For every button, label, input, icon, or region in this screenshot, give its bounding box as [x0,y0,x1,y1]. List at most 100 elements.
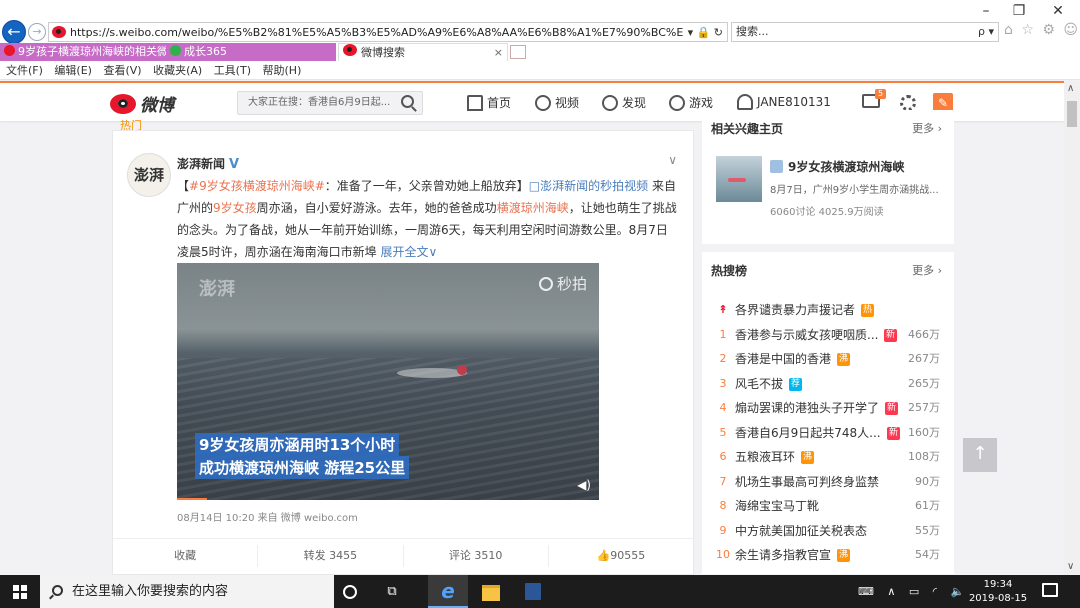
scroll-down-icon[interactable]: ∨ [1067,561,1074,572]
word-app-icon[interactable] [512,575,552,608]
hot-search-item[interactable]: 8 海绵宝宝马丁靴 61万 [702,494,954,519]
author-name[interactable]: 澎湃新闻 V [177,155,239,172]
hot-count: 466万 [908,327,940,341]
address-bar-icons[interactable]: ▾ 🔒 ↻ [684,26,727,39]
growth-tab-icon [170,45,181,56]
weibo-logo[interactable]: 微博 [110,91,174,116]
back-icon[interactable]: ← [2,20,26,44]
interest-thumbnail[interactable] [716,156,762,202]
file-explorer-icon[interactable] [470,575,510,608]
hot-search-title-link[interactable]: 香港是中国的香港 [735,347,885,372]
task-view-icon[interactable]: ⧉ [372,575,412,608]
scroll-up-icon[interactable]: ∧ [1067,83,1074,94]
topic-link[interactable]: #9岁女孩横渡琼州海峡# [189,179,325,193]
hot-search-title-link[interactable]: 机场生事最高可判终身监禁 [735,470,885,495]
tab-label: 9岁孩子横渡琼州海峡的相关微... [18,45,166,58]
interest-name[interactable]: 9岁女孩横渡琼州海峡 [770,158,904,175]
hot-search-title-link[interactable]: 海绵宝宝马丁靴 [735,494,885,519]
tab-close-icon[interactable]: × [494,44,503,61]
taskbar-search-placeholder: 在这里输入你要搜索的内容 [72,584,229,599]
volume-icon[interactable]: ◀) [577,478,591,492]
hot-search-item[interactable]: 沸 2 香港是中国的香港 267万 [702,347,954,372]
hot-search-more-link[interactable]: 更多 › [912,262,942,278]
hot-search-title-link[interactable]: 煽动罢课的港独头子开学了 [735,396,885,421]
comment-button[interactable]: 评论 3510 [404,545,549,567]
hot-search-item[interactable]: 热 ↟ 各界谴责暴力声援记者 [702,298,954,323]
hot-search-item[interactable]: 9 中方就美国加征关税表态 55万 [702,519,954,544]
hot-badge: 新 [884,328,897,342]
hot-search-title-link[interactable]: 五粮液耳环 [735,445,885,470]
expand-full-text-link[interactable]: 展开全文∨ [380,245,437,259]
nav-discover-label: 发现 [622,96,647,110]
forward-icon[interactable]: → [28,23,46,41]
repost-button[interactable]: 转发 3455 [258,545,404,567]
tab-weibo-related[interactable]: 9岁孩子横渡琼州海峡的相关微... [0,43,166,61]
hot-search-title-link[interactable]: 中方就美国加征关税表态 [735,519,885,544]
internet-explorer-icon[interactable]: e [428,575,468,608]
new-tab-button[interactable] [510,45,526,59]
weibo-search-input[interactable]: 大家正在搜：香港自6月9日起... [237,91,423,115]
page-scrollbar[interactable]: ∧ ∨ [1064,81,1080,574]
hot-search-item[interactable]: 沸 6 五粮液耳环 108万 [702,445,954,470]
hot-count: 267万 [908,352,940,365]
tab-label: 成长365 [184,45,227,58]
taskbar-search-input[interactable]: 在这里输入你要搜索的内容 [40,575,334,608]
hot-search-item[interactable]: 7 机场生事最高可判终身监禁 90万 [702,470,954,495]
message-count-badge: 5 [875,89,887,99]
browser-search-input[interactable]: 搜索... ρ ▾ [731,22,999,42]
cortana-icon[interactable] [330,575,370,608]
windows-start-icon[interactable] [0,575,40,608]
interest-card-title: 相关兴趣主页 [711,122,784,136]
hot-search-item[interactable]: 沸 10 余生请多指教官宣 54万 [702,543,954,568]
hot-search-item[interactable]: 新 1 香港参与示威女孩哽咽质... 466万 [702,323,954,348]
interest-description: 8月7日，广州9岁小学生周亦涵挑战... [770,185,939,196]
tab-weibo-search[interactable]: 微博搜索 × [338,43,508,61]
hot-search-item[interactable]: 荐 3 风毛不拔 265万 [702,372,954,397]
gear-icon[interactable] [900,95,916,111]
chevron-down-icon[interactable]: ∨ [668,153,677,167]
hot-rank: ↟ [718,303,728,316]
address-bar[interactable]: https://s.weibo.com/weibo/%E5%B2%81%E5%A… [48,22,728,42]
avatar[interactable]: 澎湃 [127,153,171,197]
search-icon[interactable] [401,95,414,108]
menu-tools[interactable]: 工具(T) [214,64,251,77]
hot-rank: 8 [719,499,727,512]
search-icon[interactable]: ρ ▾ [978,23,994,41]
hot-search-item[interactable]: 新 4 煽动罢课的港独头子开学了 257万 [702,396,954,421]
video-link[interactable]: □澎湃新闻的秒拍视频 [529,179,648,193]
video-progress-bar[interactable] [177,498,207,500]
hot-search-title-link[interactable]: 余生请多指教官宣 [735,543,885,568]
minimize-button[interactable]: – [968,3,1004,19]
nav-video[interactable]: 视频 [535,94,579,111]
restore-button[interactable]: ❐ [1001,3,1037,19]
menu-file[interactable]: 文件(F) [6,64,43,77]
notification-icon[interactable] [1042,583,1058,597]
hot-search-title-link[interactable]: 香港参与示威女孩哽咽质... [735,323,885,348]
menu-favorites[interactable]: 收藏夹(A) [153,64,202,77]
post-meta: 08月14日 10:20 来自 微博 weibo.com [177,513,358,524]
nav-user[interactable]: JANE810131 [737,94,831,110]
tab-growth365[interactable]: 成长365 [166,43,336,61]
nav-home[interactable]: 首页 [467,94,511,111]
hot-search-title-link[interactable]: 各界谴责暴力声援记者 [735,298,885,323]
system-tray-icons[interactable]: ⌨ ∧ ▭ ◜ 🔈 [858,575,978,608]
nav-game[interactable]: 游戏 [669,94,713,111]
video-icon [535,94,551,111]
interest-stats: 6060讨论 4025.9万阅读 [770,207,884,218]
scrollbar-thumb[interactable] [1067,101,1077,127]
back-to-top-button[interactable]: ↑ [963,438,997,472]
menu-view[interactable]: 查看(V) [103,64,141,77]
like-button[interactable]: 👍90555 [549,545,693,567]
menu-edit[interactable]: 编辑(E) [54,64,92,77]
hot-search-item[interactable]: 新 5 香港自6月9日起共748人... 160万 [702,421,954,446]
nav-discover[interactable]: 发现 [602,94,646,111]
menu-help[interactable]: 帮助(H) [263,64,302,77]
taskbar-clock[interactable]: 19:34 2019-08-15 [966,578,1030,606]
interest-more-link[interactable]: 更多 › [912,120,942,136]
favorite-button[interactable]: 收藏 [113,545,259,567]
close-button[interactable]: ✕ [1040,3,1076,19]
hot-search-title-link[interactable]: 风毛不拔 [735,372,885,397]
hot-search-title-link[interactable]: 香港自6月9日起共748人... [735,421,885,446]
browser-toolbar-icons[interactable]: ⌂ ☆ ⚙ ☺ [1004,22,1080,38]
video-player[interactable]: 澎湃 秒拍 9岁女孩周亦涵用时13个小时 成功横渡琼州海峡 游程25公里 ◀) [177,263,599,500]
